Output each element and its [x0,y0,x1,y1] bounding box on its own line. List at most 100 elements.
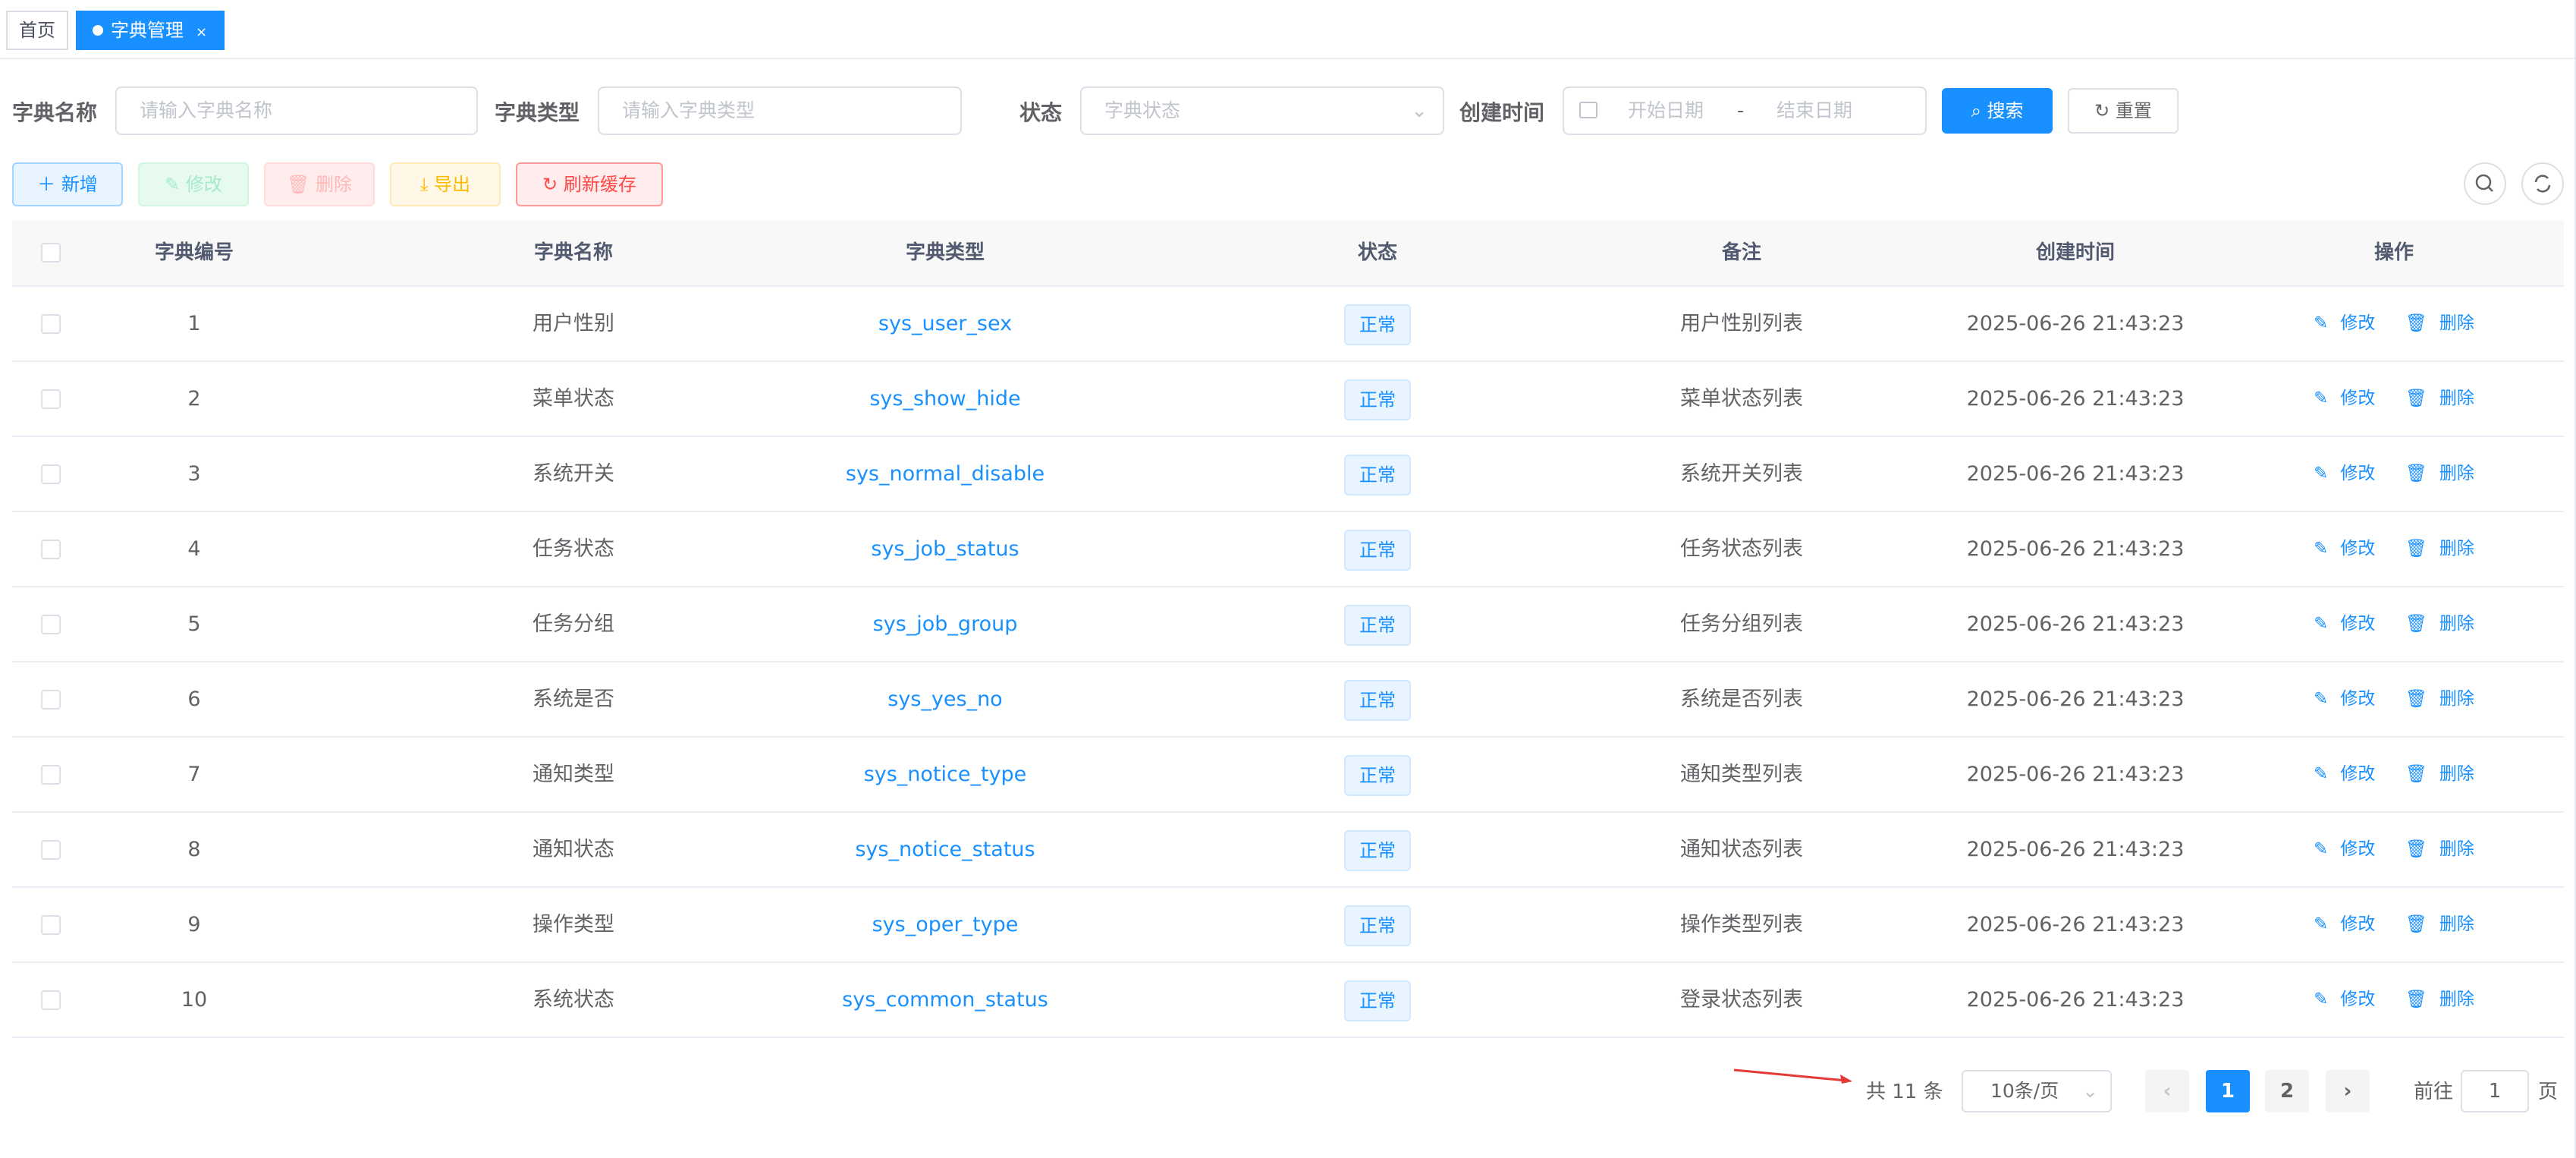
dict-type-input[interactable]: 请输入字典类型 [598,87,962,135]
row-edit-button[interactable]: ✎ 修改 [2307,614,2381,634]
table-body: 1 用户性别 sys_user_sex 正常 用户性别列表 2025-06-26… [12,287,2564,1038]
row-edit-button[interactable]: ✎ 修改 [2307,389,2381,408]
row-edit-button[interactable]: ✎ 修改 [2307,464,2381,483]
cell-status: 正常 [1302,437,1453,511]
trash-icon: 🗑 [2405,764,2427,784]
row-edit-button[interactable]: ✎ 修改 [2307,839,2381,859]
page-2-button[interactable]: 2 [2265,1070,2309,1112]
cell-dict-type-link[interactable]: sys_notice_status [793,813,1097,886]
dict-name-label: 字典名称 [12,100,98,125]
trash-icon: 🗑 [2405,689,2427,709]
row-edit-button[interactable]: ✎ 修改 [2307,689,2381,709]
tab-home[interactable]: 首页 [6,11,68,50]
status-badge: 正常 [1344,529,1411,571]
row-delete-button[interactable]: 🗑 删除 [2399,539,2480,559]
row-checkbox[interactable] [41,690,61,710]
cell-dict-type-link[interactable]: sys_yes_no [793,662,1097,736]
date-range-picker[interactable]: 开始日期 - 结束日期 [1563,87,1927,135]
row-delete-button[interactable]: 🗑 删除 [2399,914,2480,934]
prev-page-button[interactable]: ‹ [2145,1070,2189,1112]
cell-create-time: 2025-06-26 21:43:23 [1966,838,2185,861]
row-checkbox[interactable] [41,765,61,785]
tags-view: 首页 字典管理 × [0,0,2576,59]
cell-create-time: 2025-06-26 21:43:23 [1966,913,2185,936]
table-row: 8 通知状态 sys_notice_status 正常 通知状态列表 2025-… [12,813,2564,888]
refresh-table-button[interactable] [2521,162,2564,205]
cell-dict-type-link[interactable]: sys_user_sex [793,287,1097,360]
row-delete-button[interactable]: 🗑 删除 [2399,839,2480,859]
row-edit-button[interactable]: ✎ 修改 [2307,539,2381,559]
cell-actions: ✎ 修改 🗑 删除 [2280,738,2508,811]
date-separator: - [1737,99,1745,121]
row-checkbox[interactable] [41,314,61,334]
cell-actions: ✎ 修改 🗑 删除 [2280,512,2508,586]
status-badge: 正常 [1344,304,1411,345]
cell-create-time: 2025-06-26 21:43:23 [1966,312,2185,335]
row-edit-button[interactable]: ✎ 修改 [2307,764,2381,784]
row-delete-button[interactable]: 🗑 删除 [2399,689,2480,709]
page-size-select[interactable]: 10条/页 ⌄ [1962,1070,2112,1112]
row-delete-button[interactable]: 🗑 删除 [2399,464,2480,483]
row-delete-button[interactable]: 🗑 删除 [2399,764,2480,784]
reset-button[interactable]: ↻ 重置 [2068,88,2179,134]
row-edit-button[interactable]: ✎ 修改 [2307,313,2381,333]
delete-button[interactable]: 🗑 删除 [264,162,375,206]
cell-create-time: 2025-06-26 21:43:23 [1966,612,2185,636]
cell-dict-type-link[interactable]: sys_job_group [793,587,1097,661]
refresh-cache-button[interactable]: ↻ 刷新缓存 [516,162,663,206]
edit-icon: ✎ [2314,464,2329,483]
row-checkbox[interactable] [41,389,61,409]
cell-dict-name: 系统是否 [532,688,614,711]
edit-button[interactable]: ✎ 修改 [138,162,249,206]
row-checkbox[interactable] [41,990,61,1010]
row-edit-button[interactable]: ✎ 修改 [2307,990,2381,1009]
row-checkbox[interactable] [41,540,61,559]
cell-dict-name: 通知状态 [532,838,614,861]
cell-status: 正常 [1302,738,1453,811]
next-page-button[interactable]: › [2326,1070,2370,1112]
status-badge: 正常 [1344,829,1411,871]
row-checkbox[interactable] [41,840,61,860]
goto-page-input[interactable]: 1 [2461,1070,2529,1112]
dict-name-input[interactable]: 请输入字典名称 [115,87,478,135]
row-checkbox[interactable] [41,464,61,484]
row-delete-button[interactable]: 🗑 删除 [2399,614,2480,634]
export-button[interactable]: ⤓ 导出 [390,162,501,206]
cell-status: 正常 [1302,587,1453,661]
cell-create-time: 2025-06-26 21:43:23 [1966,387,2185,411]
row-checkbox[interactable] [41,615,61,634]
cell-dict-type-link[interactable]: sys_notice_type [793,738,1097,811]
cell-dict-type-link[interactable]: sys_show_hide [793,362,1097,436]
search-button[interactable]: ⌕ 搜索 [1942,88,2053,134]
row-delete-button[interactable]: 🗑 删除 [2399,990,2480,1009]
select-all-checkbox[interactable] [41,243,61,263]
edit-icon: ✎ [2314,539,2329,559]
edit-icon: ✎ [2314,389,2329,408]
table-row: 6 系统是否 sys_yes_no 正常 系统是否列表 2025-06-26 2… [12,662,2564,738]
cell-dict-type-link[interactable]: sys_job_status [793,512,1097,586]
tab-dict-management[interactable]: 字典管理 × [76,11,225,50]
row-checkbox[interactable] [41,915,61,935]
download-icon: ⤓ [419,174,429,195]
trash-icon: 🗑 [2405,389,2427,408]
row-delete-button[interactable]: 🗑 删除 [2399,389,2480,408]
toggle-search-button[interactable] [2464,162,2506,205]
goto-label: 前往 [2414,1081,2454,1103]
row-delete-button[interactable]: 🗑 删除 [2399,313,2480,333]
cell-dict-type-link[interactable]: sys_common_status [793,963,1097,1037]
end-date-input[interactable]: 结束日期 [1776,88,1852,134]
row-edit-button[interactable]: ✎ 修改 [2307,914,2381,934]
add-button[interactable]: ＋ 新增 [12,162,123,206]
table-row: 4 任务状态 sys_job_status 正常 任务状态列表 2025-06-… [12,512,2564,587]
status-select[interactable]: 字典状态 ⌄ [1080,87,1444,135]
plus-icon: ＋ [37,174,56,195]
cell-dict-type-link[interactable]: sys_oper_type [793,888,1097,961]
page-1-button[interactable]: 1 [2206,1070,2250,1112]
status-label: 状态 [1019,100,1063,125]
edit-icon: ✎ [2314,914,2329,934]
start-date-input[interactable]: 开始日期 [1628,88,1704,134]
table-row: 1 用户性别 sys_user_sex 正常 用户性别列表 2025-06-26… [12,287,2564,362]
cell-status: 正常 [1302,287,1453,360]
cell-dict-type-link[interactable]: sys_normal_disable [793,437,1097,511]
close-icon[interactable]: × [196,24,207,40]
